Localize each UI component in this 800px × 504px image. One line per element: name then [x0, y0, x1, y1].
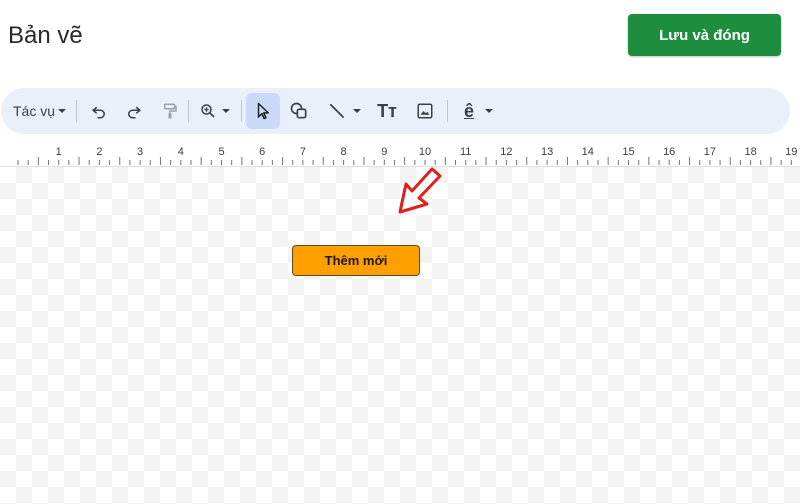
redo-icon [128, 106, 141, 119]
actions-menu[interactable]: Tác vụ [13, 88, 67, 134]
text-box-icon: Tт [377, 100, 397, 121]
ruler-label: 7 [300, 146, 306, 158]
ruler-label: 1 [56, 146, 62, 158]
ruler-label: 3 [137, 146, 143, 158]
zoom-icon [201, 104, 215, 118]
zoom-button[interactable] [194, 88, 236, 134]
save-and-close-button[interactable]: Lưu và đóng [628, 14, 781, 56]
ruler-label: 17 [704, 146, 716, 158]
toolbar-divider [241, 100, 242, 122]
shape-button[interactable] [287, 88, 311, 134]
select-cursor-icon [257, 102, 269, 120]
ruler-label: 6 [259, 146, 265, 158]
undo-button[interactable] [87, 88, 111, 134]
toolbar-divider [76, 100, 77, 122]
red-arrow-icon [398, 167, 442, 214]
dropdown-arrow-icon [58, 109, 67, 113]
shape-icon [290, 102, 307, 119]
dropdown-arrow-icon [222, 109, 230, 113]
ruler-label: 9 [381, 146, 387, 158]
line-icon [330, 104, 344, 118]
ruler-label: 12 [500, 146, 512, 158]
ruler-label: 5 [218, 146, 224, 158]
them-moi-label: Thêm mới [324, 253, 388, 268]
ruler-label: 4 [178, 146, 184, 158]
word-art-icon: ê [463, 100, 474, 121]
text-box-button[interactable]: Tт [373, 88, 401, 134]
ruler-label: 10 [419, 146, 431, 158]
redo-button[interactable] [122, 88, 146, 134]
dropdown-arrow-icon [353, 109, 361, 113]
ruler-label: 15 [622, 146, 634, 158]
word-art-button[interactable]: ê [457, 88, 501, 134]
ruler-label: 16 [663, 146, 675, 158]
drawing-toolbar: Tác vụ Tт ê [1, 88, 790, 134]
paint-format-button[interactable] [158, 88, 182, 134]
ruler-label: 8 [341, 146, 347, 158]
select-tool-button[interactable] [251, 88, 275, 134]
them-moi-shape[interactable]: Thêm mới [292, 245, 420, 276]
ruler-scale: 1 2 3 4 5 6 7 8 9 10 11 12 13 14 15 16 17 18 19 [17, 146, 797, 165]
ruler-label: 18 [744, 146, 756, 158]
ruler-label: 11 [460, 146, 471, 158]
image-icon [417, 103, 433, 119]
ruler-label: 2 [96, 146, 102, 158]
dropdown-arrow-icon [485, 109, 493, 113]
ruler-label: 14 [582, 146, 594, 158]
ruler-label: 13 [541, 146, 553, 158]
ruler-label: 19 [785, 146, 797, 158]
paint-format-icon [164, 103, 177, 119]
drawing-title: Bản vẽ [8, 22, 83, 49]
line-button[interactable] [323, 88, 367, 134]
undo-icon [92, 106, 105, 119]
image-button[interactable] [413, 88, 437, 134]
toolbar-divider [188, 100, 189, 122]
actions-menu-label: Tác vụ [13, 103, 56, 119]
toolbar-divider [447, 100, 448, 122]
